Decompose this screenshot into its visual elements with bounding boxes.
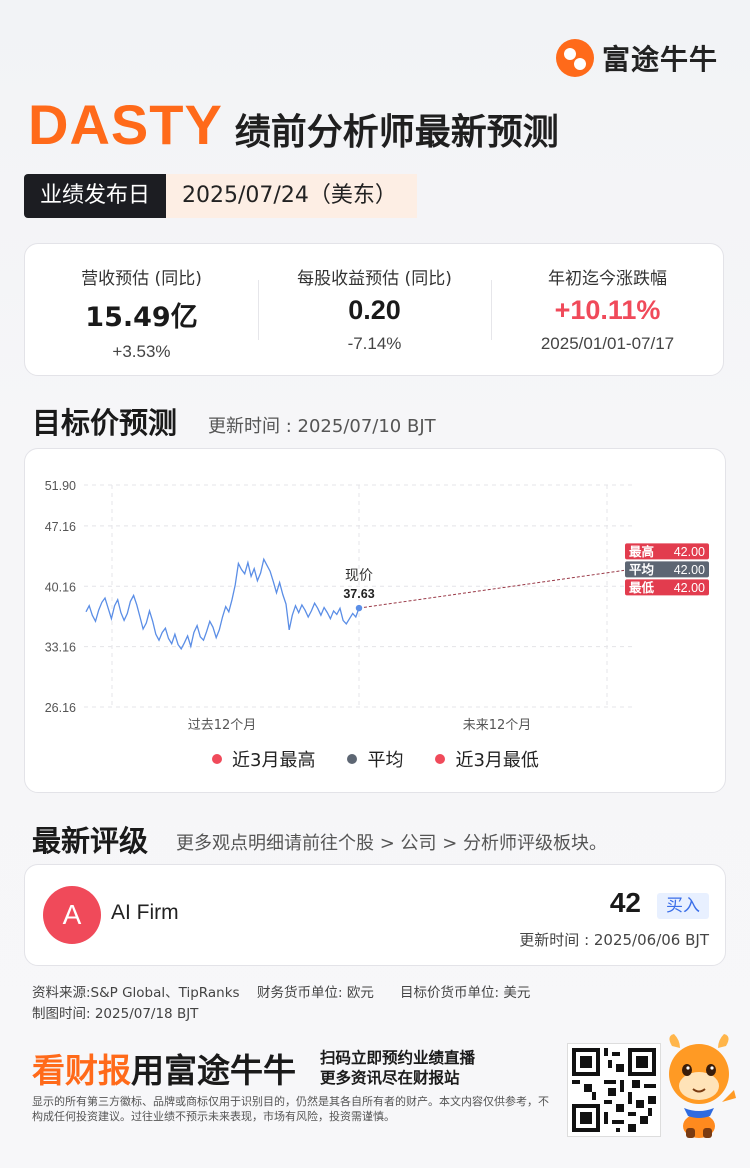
target-currency: 目标价货币单位: 美元 [400, 985, 531, 1001]
y-tick-label: 47.16 [45, 520, 76, 534]
disclaimer: 显示的所有第三方徽标、品牌或商标仅用于识别目的，仍然是其各自所有者的财产。本文内… [32, 1095, 549, 1123]
ratings-title: 最新评级 [32, 824, 149, 858]
estimates-card: 营收预估 (同比) 15.49亿 +3.53% 每股收益预估 (同比) 0.20… [24, 243, 724, 376]
title-text: 绩前分析师最新预测 [234, 112, 559, 153]
target-badge-label: 平均 [629, 562, 654, 577]
data-source: 资料来源:S&P Global、TipRanks [32, 985, 240, 1001]
financial-currency: 财务货币单位: 欧元 [257, 985, 374, 1001]
y-tick-label: 51.90 [45, 479, 76, 493]
target-badge-label: 最低 [629, 580, 655, 595]
legend-low-dot [435, 754, 446, 764]
target-price-chart: 51.90 47.16 40.16 33.16 26.16 过去12个月 未来12个月 现价 3… [45, 479, 709, 733]
ratings-hint: 更多观点明细请前往个股 > 公司 > 分析师评级板块。 [176, 833, 608, 854]
brand-name: 富途牛牛 [602, 43, 719, 76]
chart-legend: 近3月最高 平均 近3月最低 [212, 746, 539, 772]
price-history-line [85, 557, 360, 651]
stat-value: 15.49亿 [85, 302, 198, 333]
rating-item[interactable]: A AI Firm 42 买入 更新时间 : 2025/06/06 BJT [24, 864, 726, 966]
revenue-estimate: 营收预估 (同比) 15.49亿 +3.53% [25, 244, 258, 377]
promo-banner: 看财报 用富途牛牛 [32, 1044, 296, 1092]
brand-logo: 富途牛牛 [556, 38, 718, 78]
mascot-icon [669, 1034, 736, 1138]
target-badge-value: 42.00 [674, 545, 705, 559]
y-tick-label: 26.16 [45, 701, 76, 715]
rating-badge: 买入 [657, 893, 709, 919]
firm-avatar: A [43, 886, 101, 944]
ticker-symbol: DASTY [28, 93, 223, 156]
target-badge-value: 42.00 [674, 563, 705, 577]
earnings-date-label: 业绩发布日 [24, 174, 167, 218]
x-label-future: 未来12个月 [463, 718, 532, 733]
promo-highlight: 看财报 [32, 1051, 131, 1090]
x-label-past: 过去12个月 [188, 718, 257, 733]
legend-high-label: 近3月最高 [232, 750, 316, 771]
ytd-change: 年初迄今涨跌幅 +10.11% 2025/01/01-07/17 [491, 244, 724, 377]
current-price-point [355, 604, 363, 612]
current-price-label: 现价 [345, 568, 373, 584]
promo-line-1: 扫码立即预约业绩直播 [320, 1049, 476, 1067]
eps-estimate: 每股收益预估 (同比) 0.20 -7.14% [258, 244, 491, 377]
stat-label: 年初迄今涨跌幅 [548, 269, 667, 289]
page-title: DASTY 绩前分析师最新预测 [28, 92, 559, 157]
futu-logo-icon [556, 39, 594, 77]
rating-target-price: 42 [609, 887, 641, 918]
qr-code-icon[interactable] [568, 1044, 660, 1136]
target-price-updated: 更新时间 : 2025/07/10 BJT [208, 416, 436, 437]
stat-label: 每股收益预估 (同比) [297, 269, 452, 289]
legend-avg-label: 平均 [367, 750, 404, 771]
stat-value: +10.11% [554, 295, 661, 325]
y-tick-label: 33.16 [45, 641, 76, 655]
target-badge-value: 42.00 [674, 581, 705, 595]
stat-value: 0.20 [348, 295, 401, 325]
current-price-value: 37.63 [343, 587, 374, 601]
target-price-title: 目标价预测 [32, 406, 178, 440]
target-projection-line [358, 569, 625, 609]
target-badge-label: 最高 [629, 544, 654, 559]
y-tick-label: 40.16 [45, 580, 76, 594]
promo-line-2: 更多资讯尽在财报站 [320, 1069, 460, 1087]
earnings-date-value: 2025/07/24（美东） [166, 174, 417, 218]
earnings-date: 业绩发布日 2025/07/24（美东） [24, 174, 417, 218]
stat-change: -7.14% [347, 334, 402, 353]
legend-avg-dot [347, 754, 358, 764]
rating-updated: 更新时间 : 2025/06/06 BJT [519, 931, 709, 949]
legend-high-dot [212, 754, 222, 764]
made-time: 制图时间: 2025/07/18 BJT [32, 1006, 199, 1022]
stat-period: 2025/01/01-07/17 [540, 334, 675, 353]
stat-label: 营收预估 (同比) [81, 269, 202, 289]
firm-name: AI Firm [111, 901, 179, 924]
promo-text: 用富途牛牛 [131, 1051, 296, 1090]
stat-change: +3.53% [112, 342, 171, 361]
legend-low-label: 近3月最低 [455, 750, 539, 771]
